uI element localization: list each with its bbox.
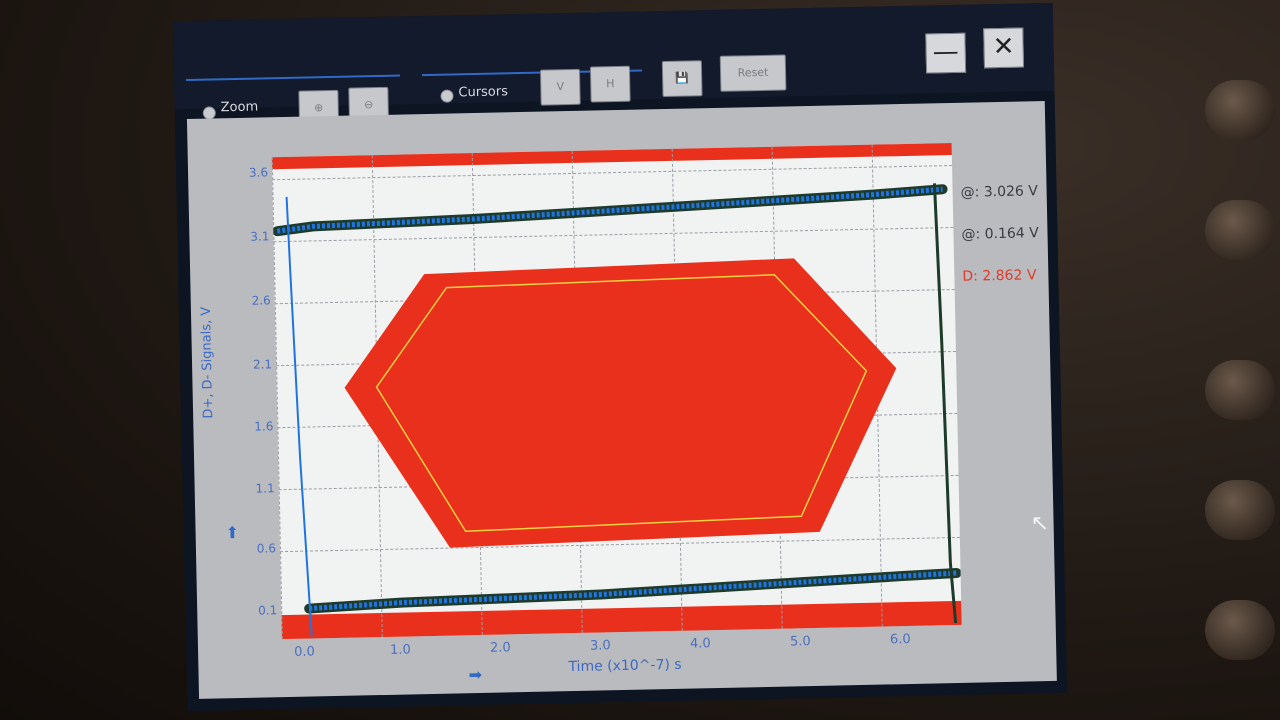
cursor-v-button[interactable]: V: [539, 68, 581, 106]
signal-edge-left: [285, 196, 313, 637]
plot-panel: 3.6 3.1 2.6 2.1 1.6 1.1 0.6 0.1 0.0 1.0 …: [186, 101, 1057, 699]
x-axis-label: Time (x10^-7) s: [568, 656, 682, 676]
y-tick-label: 0.1: [257, 603, 278, 618]
x-tick-label: 4.0: [689, 636, 711, 652]
y-tick-label: 1.1: [255, 481, 275, 496]
knob[interactable]: [1205, 600, 1275, 660]
close-icon: ✕: [992, 31, 1015, 63]
y-axis-label: D+, D- Signals, V: [198, 306, 217, 419]
y-tick-label: 3.6: [248, 165, 269, 180]
reset-button[interactable]: Reset: [719, 54, 787, 92]
signal-edge-right: [932, 183, 958, 624]
delta-readout: D: 2.862 V: [962, 267, 1037, 285]
y-axis-arrow-icon[interactable]: ⬆: [225, 523, 239, 542]
knob[interactable]: [1205, 480, 1275, 540]
toolbar: Zoom ⊕ ⊖ Cursors V H 💾 Reset — ✕: [172, 2, 1055, 127]
save-button[interactable]: 💾: [661, 60, 703, 98]
y-tick-label: 2.1: [252, 357, 273, 372]
mouse-pointer-icon: ↖: [1030, 511, 1050, 537]
y-tick-label: 2.6: [251, 293, 271, 308]
eye-mask: [344, 258, 897, 548]
control-knobs: [1185, 30, 1280, 690]
x-tick-label: 2.0: [489, 640, 511, 656]
x-tick-label: 0.0: [293, 644, 315, 660]
knob[interactable]: [1205, 360, 1275, 420]
cursor-h-button[interactable]: H: [589, 65, 631, 103]
zoom-out-icon: ⊖: [363, 98, 374, 112]
y-tick-label: 1.6: [254, 419, 274, 434]
x-axis-arrow-icon[interactable]: ➡: [468, 665, 482, 684]
cursors-label: Cursors: [458, 84, 509, 101]
floppy-disk-icon: 💾: [675, 71, 690, 85]
zoom-in-icon: ⊕: [313, 101, 324, 115]
knob[interactable]: [1205, 80, 1275, 140]
x-tick-label: 1.0: [389, 642, 411, 658]
x-tick-label: 3.0: [589, 638, 611, 654]
y-tick-label: 0.6: [256, 541, 277, 556]
x-tick-label: 5.0: [789, 634, 811, 650]
cursor2-readout: @: 0.164 V: [961, 225, 1039, 243]
x-tick-label: 6.0: [889, 631, 911, 648]
eye-diagram: [272, 183, 962, 637]
cursor1-readout: @: 3.026 V: [960, 183, 1039, 201]
zoom-label: Zoom: [220, 99, 259, 116]
minimize-button[interactable]: —: [925, 32, 967, 74]
knob[interactable]: [1205, 200, 1275, 260]
y-tick-label: 3.1: [250, 229, 270, 244]
scope-screen: Zoom ⊕ ⊖ Cursors V H 💾 Reset — ✕ 3.6 3.1…: [172, 2, 1068, 712]
close-button[interactable]: ✕: [983, 27, 1025, 69]
